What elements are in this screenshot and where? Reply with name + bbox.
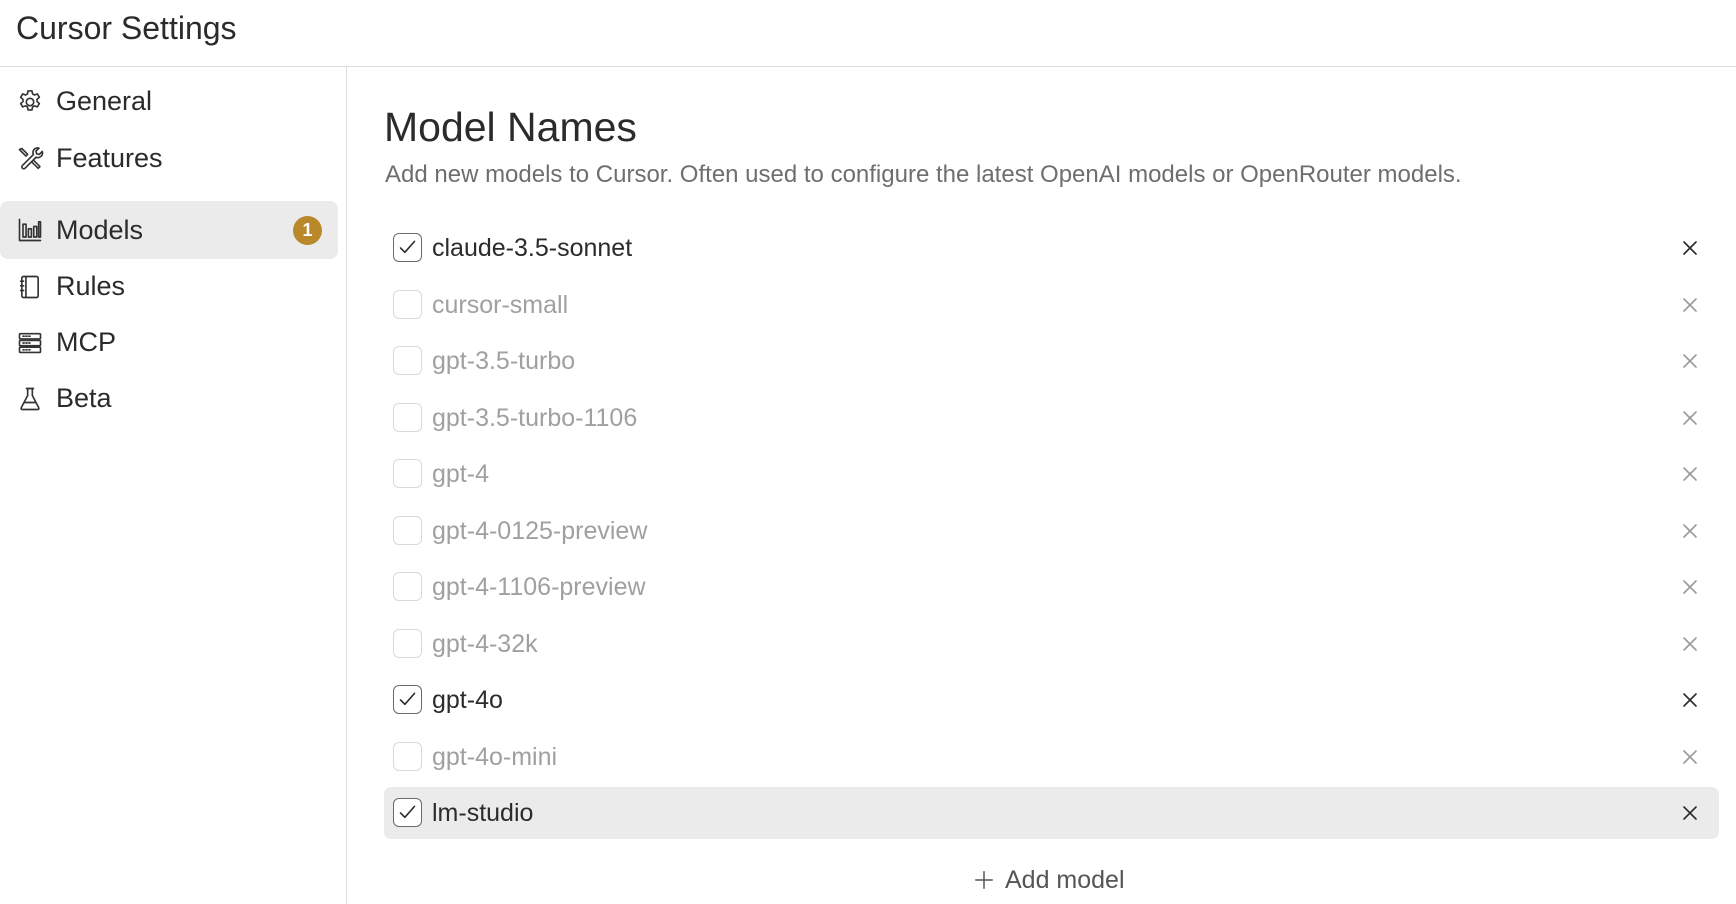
remove-model-button[interactable] [1678,745,1702,769]
model-row[interactable]: gpt-4-0125-preview [384,505,1719,557]
model-row[interactable]: gpt-4-32k [384,618,1719,670]
sidebar-item-rules[interactable]: Rules [0,257,338,315]
remove-model-button[interactable] [1678,349,1702,373]
close-icon [1683,241,1697,255]
model-checkbox[interactable] [393,572,422,601]
section-description: Add new models to Cursor. Often used to … [385,161,1462,188]
remove-model-button[interactable] [1678,801,1702,825]
main-content: Model Names Add new models to Cursor. Of… [347,67,1736,904]
close-icon [1683,410,1697,425]
bar-chart-icon [16,216,44,244]
server-icon [16,329,44,357]
model-row[interactable]: gpt-3.5-turbo-1106 [384,392,1719,444]
model-checkbox[interactable] [393,459,422,488]
sidebar-item-label: MCP [56,327,116,357]
close-icon [1683,693,1697,707]
model-checkbox[interactable] [393,628,422,658]
model-row[interactable]: claude-3.5-sonnet [384,222,1719,274]
model-name: gpt-3.5-turbo-1106 [432,403,638,432]
model-name: gpt-4-0125-preview [432,516,648,545]
tools-icon [16,145,44,173]
sidebar-item-general[interactable]: General [0,72,338,130]
sidebar: General Features Models 1 Rules MCP Beta [0,67,347,904]
close-icon [1683,806,1697,820]
model-name: gpt-4o [432,686,503,714]
model-row[interactable]: cursor-small [384,279,1719,331]
remove-model-button[interactable] [1678,462,1702,486]
remove-model-button[interactable] [1678,293,1702,317]
remove-model-button[interactable] [1678,688,1702,712]
model-checkbox[interactable] [393,233,422,262]
close-icon [1683,580,1697,594]
model-name: gpt-4-32k [432,629,538,658]
close-icon [1683,354,1697,368]
notebook-icon [16,273,44,301]
sidebar-item-label: Beta [56,383,112,413]
model-name: gpt-4 [432,460,489,488]
remove-model-button[interactable] [1678,519,1702,543]
checkmark-icon [399,692,416,706]
remove-model-button[interactable] [1678,632,1702,656]
model-row[interactable]: gpt-4o [384,674,1719,726]
model-row[interactable]: gpt-3.5-turbo [384,335,1719,387]
model-name: gpt-3.5-turbo [432,347,576,375]
sidebar-item-label: General [56,86,153,116]
app-title: Cursor Settings [16,10,237,46]
checkmark-icon [399,240,416,254]
model-name: lm-studio [432,799,534,827]
model-checkbox[interactable] [393,798,422,827]
remove-model-button[interactable] [1678,575,1702,599]
sidebar-item-mcp[interactable]: MCP [0,313,338,371]
model-checkbox[interactable] [393,402,422,432]
gear-icon [16,88,44,116]
model-checkbox[interactable] [393,346,422,375]
add-model-label: Add model [1005,866,1125,894]
model-checkbox[interactable] [393,515,422,545]
model-name: gpt-4-1106-preview [432,573,646,601]
model-row[interactable]: lm-studio [384,787,1719,839]
remove-model-button[interactable] [1678,236,1702,260]
sidebar-item-label: Features [56,143,163,173]
model-checkbox[interactable] [393,289,422,319]
checkmark-icon [399,805,416,819]
sidebar-item-features[interactable]: Features [0,129,338,187]
notification-badge: 1 [293,216,322,245]
close-icon [1683,749,1697,764]
model-name: cursor-small [432,290,569,319]
model-name: claude-3.5-sonnet [432,234,633,262]
sidebar-item-models[interactable]: Models 1 [0,201,338,259]
close-icon [1683,636,1697,651]
remove-model-button[interactable] [1678,406,1702,430]
model-row[interactable]: gpt-4 [384,448,1719,500]
sidebar-item-beta[interactable]: Beta [0,369,338,427]
flask-icon [16,385,44,413]
close-icon [1683,523,1697,538]
model-name: gpt-4o-mini [432,742,558,771]
model-checkbox[interactable] [393,741,422,771]
add-model-button[interactable]: Add model [973,862,1125,898]
model-checkbox[interactable] [393,685,422,714]
close-icon [1683,297,1697,312]
sidebar-item-label: Models [56,215,144,245]
model-row[interactable]: gpt-4-1106-preview [384,561,1719,613]
section-title: Model Names [384,104,637,150]
model-row[interactable]: gpt-4o-mini [384,731,1719,783]
sidebar-item-label: Rules [56,271,126,301]
settings-header: Cursor Settings [0,0,1736,67]
close-icon [1683,467,1697,481]
plus-icon [975,871,993,889]
